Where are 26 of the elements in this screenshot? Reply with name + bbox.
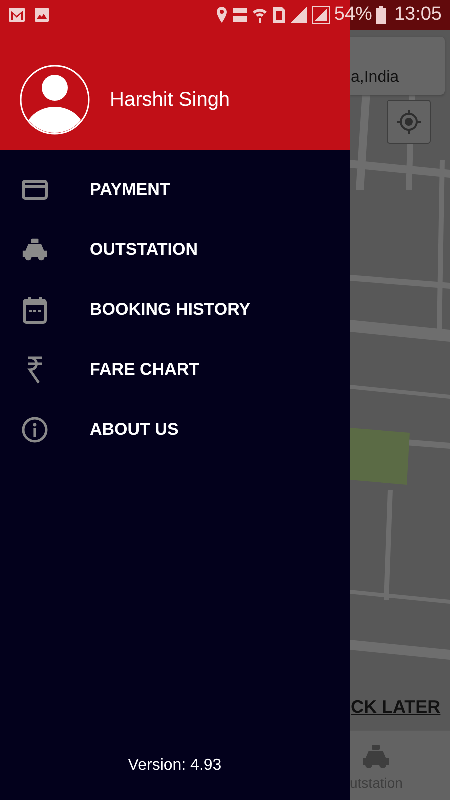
mail-icon (8, 7, 26, 23)
wifi-icon (252, 6, 268, 24)
rupee-icon (27, 356, 43, 384)
menu-item[interactable]: OUTSTATION (0, 220, 350, 280)
location-icon (216, 6, 228, 24)
calendar-icon (23, 296, 47, 324)
signal-icon (290, 6, 308, 24)
car-icon (22, 238, 48, 262)
locate-button[interactable] (387, 100, 431, 144)
user-name: Harshit Singh (110, 88, 230, 113)
version-text: Version: 4.93 (127, 756, 223, 776)
clock: 13:05 (394, 3, 442, 27)
car-icon (362, 745, 390, 769)
gallery-icon (34, 7, 50, 23)
location-target-icon (396, 109, 422, 135)
sim-icon (272, 6, 286, 24)
signal-icon (312, 6, 330, 24)
menu-item[interactable]: BOOKING HISTORY (0, 280, 350, 340)
menu-item[interactable]: ABOUT US (0, 400, 350, 460)
credit-card-icon (22, 180, 48, 200)
battery-percentage: 54% (334, 3, 372, 27)
menu-item[interactable]: PAYMENT (0, 160, 350, 220)
battery-icon (376, 6, 386, 24)
info-icon (22, 417, 48, 443)
menu-item[interactable]: FARE CHART (0, 340, 350, 400)
avatar-icon (20, 65, 90, 135)
